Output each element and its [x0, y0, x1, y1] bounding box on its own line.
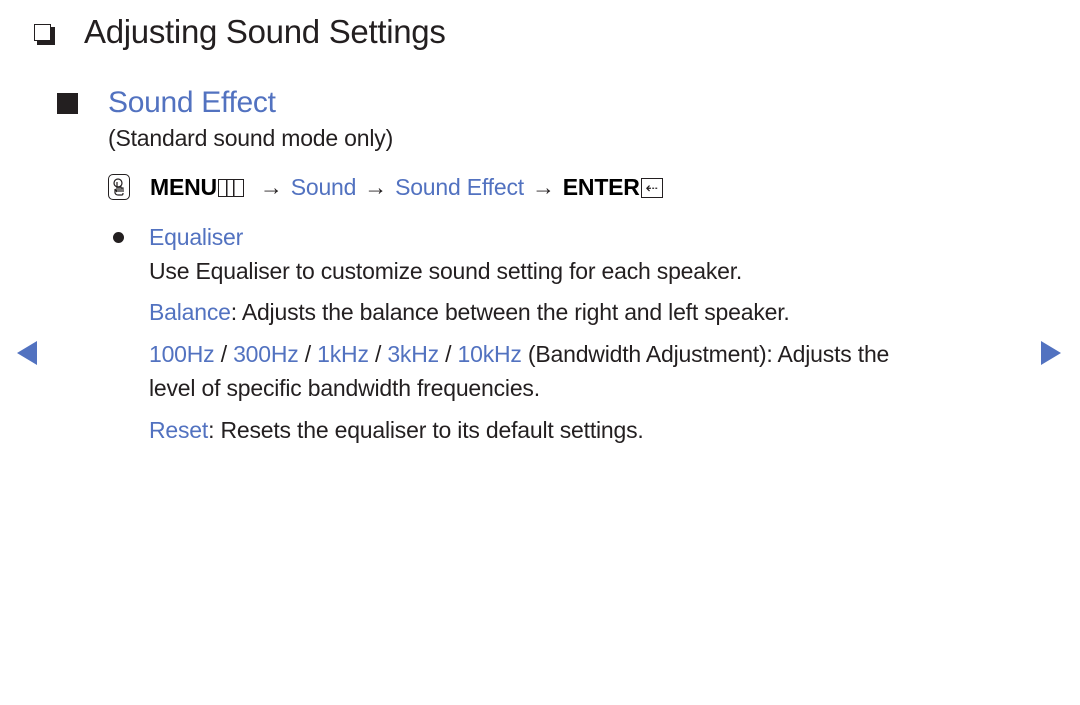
equaliser-label: Equaliser — [149, 223, 244, 250]
page-title-row: Adjusting Sound Settings — [34, 10, 446, 54]
bullet-dot-icon — [113, 231, 124, 243]
menu-step-sound: Sound — [290, 173, 357, 200]
menu-step-sound-effect: Sound Effect — [395, 173, 524, 200]
bandwidth-text-line2: level of specific bandwidth frequencies. — [149, 375, 540, 401]
previous-page-icon[interactable] — [17, 341, 37, 365]
section-title: Sound Effect — [108, 86, 276, 119]
arrow-icon: → — [364, 173, 388, 200]
separator: / — [298, 341, 318, 367]
freq-3khz: 3kHz — [387, 341, 439, 367]
menu-grid-icon — [217, 179, 244, 197]
page-title: Adjusting Sound Settings — [84, 13, 446, 50]
menu-path: MENU → Sound → Sound Effect → ENTER ⇠ — [108, 170, 663, 204]
freq-300hz: 300Hz — [233, 341, 299, 367]
balance-text: : Adjusts the balance between the right … — [230, 299, 790, 325]
arrow-icon: → — [259, 173, 283, 200]
section-heading-row: Sound Effect — [57, 84, 276, 122]
bandwidth-text-line1: (Bandwidth Adjustment): Adjusts the — [521, 341, 890, 367]
arrow-icon: → — [531, 173, 555, 200]
reset-term: Reset — [149, 417, 209, 443]
balance-term: Balance — [149, 299, 231, 325]
separator: / — [368, 341, 388, 367]
bandwidth-paragraph: 100Hz / 300Hz / 1kHz / 3kHz / 10kHz (Ban… — [149, 341, 889, 368]
next-page-icon[interactable] — [1041, 341, 1061, 365]
reset-paragraph: Reset: Resets the equaliser to its defau… — [149, 417, 644, 444]
reset-text: : Resets the equaliser to its default se… — [208, 417, 644, 443]
freq-10khz: 10kHz — [457, 341, 522, 367]
enter-keyword: ENTER — [562, 173, 640, 200]
checkbox-bullet-icon — [34, 23, 55, 45]
hand-pointer-icon — [108, 174, 130, 200]
freq-1khz: 1kHz — [317, 341, 369, 367]
enter-key-icon: ⇠ — [640, 178, 663, 198]
square-bullet-icon — [57, 92, 78, 114]
balance-paragraph: Balance: Adjusts the balance between the… — [149, 299, 790, 326]
section-note: (Standard sound mode only) — [108, 125, 394, 151]
separator: / — [438, 341, 458, 367]
equaliser-description: Use Equaliser to customize sound setting… — [149, 258, 743, 284]
separator: / — [214, 341, 234, 367]
freq-100hz: 100Hz — [149, 341, 215, 367]
equaliser-bullet: Equaliser — [113, 222, 243, 252]
menu-keyword: MENU — [150, 173, 217, 200]
